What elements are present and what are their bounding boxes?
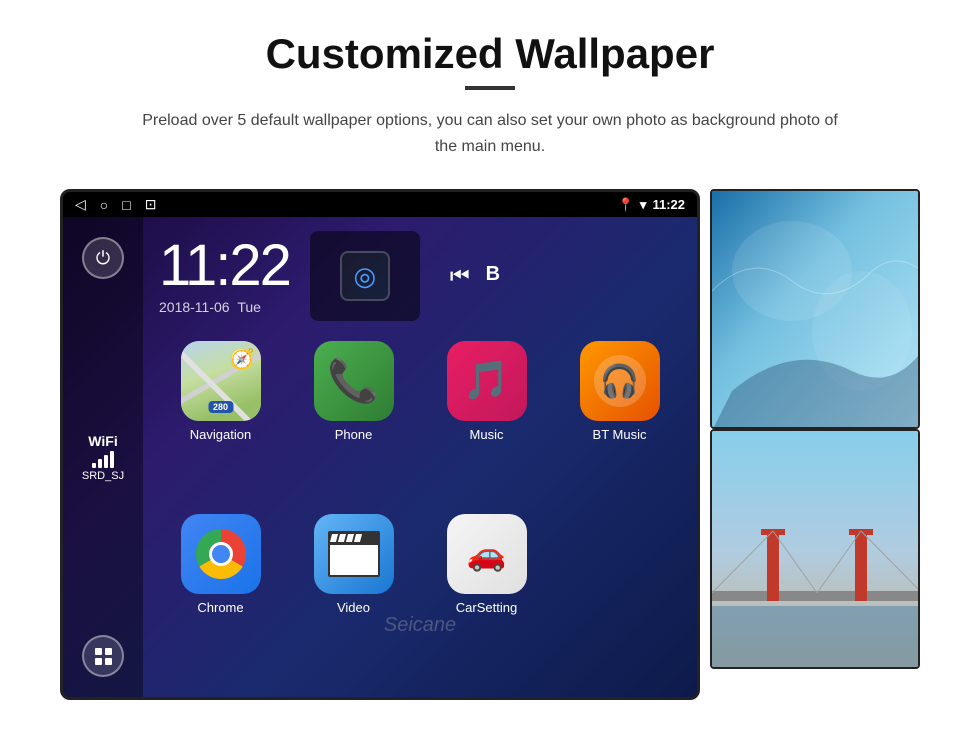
- nav-arrow-icon: 🧭: [230, 347, 255, 372]
- chrome-ring: [196, 529, 246, 579]
- phone-icon: 📞: [314, 341, 394, 421]
- grid-dot: [105, 658, 112, 665]
- clapper-stripe: [345, 534, 353, 542]
- app-item-music[interactable]: 🎵 Music: [425, 341, 548, 504]
- media-icon: ◎: [340, 251, 390, 301]
- video-icon: [314, 514, 394, 594]
- main-screen: ⏻ WiFi SRD_SJ: [63, 217, 697, 697]
- wifi-bar-2: [98, 459, 102, 468]
- power-button[interactable]: ⏻: [82, 237, 124, 279]
- nav-recent-icon[interactable]: □: [122, 197, 130, 213]
- bt-icon-container: 🎧: [594, 355, 646, 407]
- chrome-icon: [181, 514, 261, 594]
- music-icon: 🎵: [447, 341, 527, 421]
- app-item-carsetting[interactable]: 🚗 CarSetting: [425, 514, 548, 677]
- clapperboard-icon: [328, 531, 380, 577]
- clock-area: 11:22 2018-11-06 Tue ◎ ⏮ B: [143, 217, 697, 321]
- device-wrapper: ◁ ○ □ ⊡ 📍 ▾ 11:22 ⏻ WiFi: [60, 189, 920, 700]
- clapper-stripe: [353, 534, 361, 542]
- clock-date: 2018-11-06 Tue: [159, 299, 290, 315]
- ice-bg: [712, 191, 918, 427]
- apps-area: 280 🧭 Navigation 📞 Phone: [143, 321, 697, 697]
- app-item-video[interactable]: Video: [292, 514, 415, 677]
- status-bar-right: 📍 ▾ 11:22: [618, 197, 685, 213]
- app-item-phone[interactable]: 📞 Phone: [292, 341, 415, 504]
- app-label-video: Video: [337, 600, 370, 615]
- wifi-network: SRD_SJ: [82, 470, 124, 482]
- page-subtitle: Preload over 5 default wallpaper options…: [140, 108, 840, 159]
- app-label-music: Music: [470, 427, 504, 442]
- media-controls: ⏮ B: [450, 263, 500, 289]
- ice-svg: [712, 191, 920, 429]
- nav-back-icon[interactable]: ◁: [75, 196, 86, 213]
- phone-glyph: 📞: [327, 357, 379, 406]
- apps-button[interactable]: [82, 635, 124, 677]
- chrome-center: [209, 542, 233, 566]
- status-bar-left: ◁ ○ □ ⊡: [75, 196, 156, 213]
- car-glyph: 🚗: [467, 535, 507, 573]
- apps-grid-icon: [95, 648, 112, 665]
- left-sidebar: ⏻ WiFi SRD_SJ: [63, 217, 143, 697]
- nav-capture-icon[interactable]: ⊡: [145, 196, 157, 213]
- wifi-bar-3: [104, 455, 108, 468]
- clapper-stripe: [329, 534, 337, 542]
- prev-track-icon[interactable]: ⏮: [450, 263, 470, 289]
- grid-dot: [95, 648, 102, 655]
- app-label-chrome: Chrome: [197, 600, 243, 615]
- navigation-icon: 280 🧭: [181, 341, 261, 421]
- clock-time: 11:22: [159, 237, 290, 295]
- nav-home-icon[interactable]: ○: [100, 197, 108, 213]
- carsetting-icon: 🚗: [447, 514, 527, 594]
- app-label-carsetting: CarSetting: [456, 600, 517, 615]
- app-item-chrome[interactable]: Chrome: [159, 514, 282, 677]
- wifi-bar-1: [92, 463, 96, 468]
- status-bar: ◁ ○ □ ⊡ 📍 ▾ 11:22: [63, 192, 697, 217]
- track-label: B: [486, 263, 500, 289]
- wifi-audio-icon: ◎: [354, 261, 377, 292]
- location-icon: 📍: [618, 197, 634, 213]
- wifi-signal-icon: ▾: [640, 197, 647, 213]
- wifi-bar-4: [110, 451, 114, 468]
- bluetooth-glyph: 🎧: [600, 362, 640, 400]
- wifi-bars: [82, 451, 124, 468]
- wallpaper-thumbnails: [710, 189, 920, 700]
- status-time: 11:22: [652, 197, 685, 212]
- app-label-btmusic: BT Music: [593, 427, 647, 442]
- grid-dot: [105, 648, 112, 655]
- bridge-bg: [712, 431, 918, 667]
- clapper-stripe: [337, 534, 345, 542]
- wallpaper-thumb-bridge[interactable]: [710, 429, 920, 669]
- wallpaper-thumb-ice[interactable]: [710, 189, 920, 429]
- bridge-svg: [712, 431, 920, 669]
- main-content: 11:22 2018-11-06 Tue ◎ ⏮ B: [143, 217, 697, 697]
- title-divider: [465, 86, 515, 90]
- nav-map: 280 🧭: [181, 341, 261, 421]
- btmusic-icon: 🎧: [580, 341, 660, 421]
- app-item-navigation[interactable]: 280 🧭 Navigation: [159, 341, 282, 504]
- app-label-phone: Phone: [335, 427, 373, 442]
- device-frame: ◁ ○ □ ⊡ 📍 ▾ 11:22 ⏻ WiFi: [60, 189, 700, 700]
- app-item-btmusic[interactable]: 🎧 BT Music: [558, 341, 681, 504]
- app-label-navigation: Navigation: [190, 427, 251, 442]
- page-title: Customized Wallpaper: [266, 30, 715, 78]
- clock-display: 11:22 2018-11-06 Tue: [159, 237, 290, 315]
- clapper-body: [328, 543, 380, 577]
- power-icon: ⏻: [96, 248, 110, 269]
- chrome-icon-inner: [181, 514, 261, 594]
- media-widget: ◎: [310, 231, 420, 321]
- nav-shield: 280: [208, 401, 233, 413]
- grid-dot: [95, 658, 102, 665]
- music-note-glyph: 🎵: [463, 359, 510, 403]
- wifi-label: WiFi: [82, 433, 124, 449]
- wifi-widget: WiFi SRD_SJ: [82, 433, 124, 482]
